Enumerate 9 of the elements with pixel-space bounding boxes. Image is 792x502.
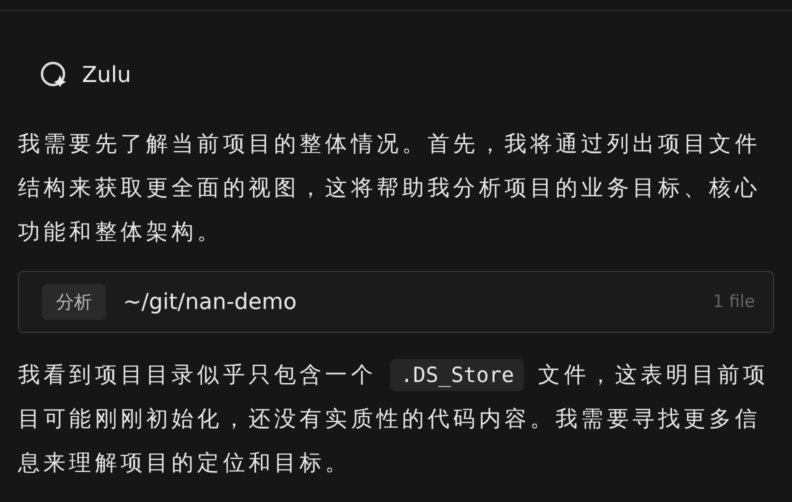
agent-logo-icon <box>40 61 68 89</box>
inline-code: .DS_Store <box>390 359 524 391</box>
message-paragraph: 我看到项目目录似乎只包含一个 .DS_Store 文件，这表明目前项目可能刚刚初始化，还没有实质性的代码内容。我需要寻找更多信息来理解项目的定位和目标。 <box>18 353 774 486</box>
agent-name: Zulu <box>82 62 132 88</box>
tool-call-card[interactable]: 分析 ~/git/nan-demo 1 file <box>18 271 774 333</box>
tool-path: ~/git/nan-demo <box>123 290 298 314</box>
file-count: 1 file <box>712 292 755 312</box>
tool-tag: 分析 <box>42 284 106 320</box>
message-paragraph: 我需要先了解当前项目的整体情况。首先，我将通过列出项目文件结构来获取更全面的视图，这将帮助我分析项目的业务目标、核心功能和整体架构。 <box>18 131 762 247</box>
